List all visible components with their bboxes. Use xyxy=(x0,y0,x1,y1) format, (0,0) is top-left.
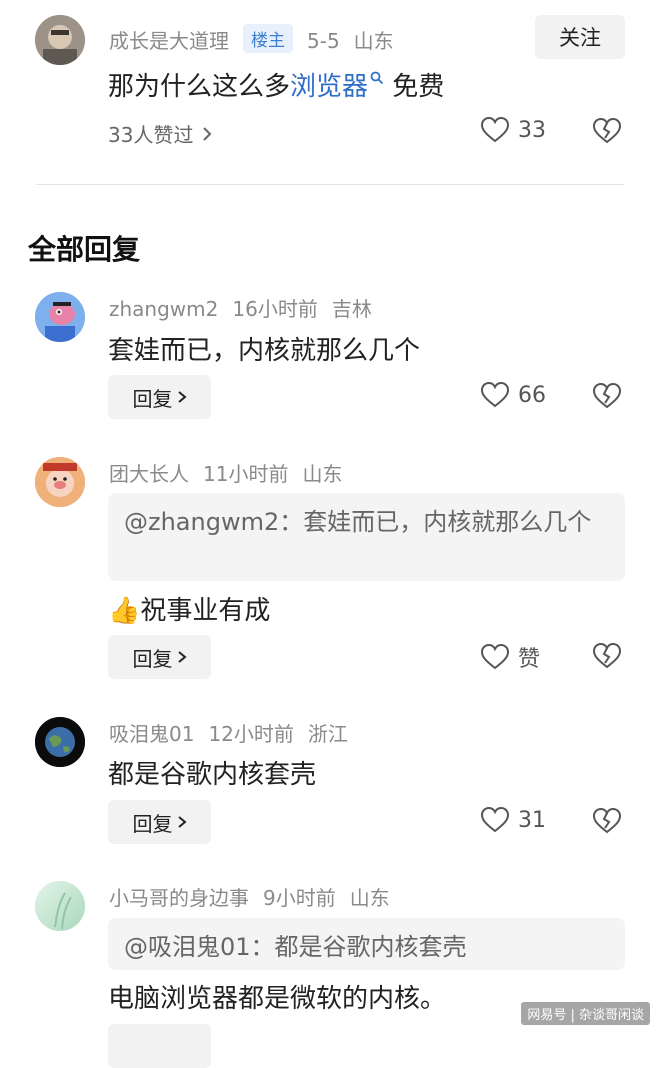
reply-text-body: 祝事业有成 xyxy=(140,596,271,626)
search-link-text[interactable]: 浏览器 xyxy=(290,72,368,102)
dislike-button[interactable] xyxy=(592,117,622,147)
reply-text: 套娃而已，内核就那么几个 xyxy=(108,336,421,366)
username[interactable]: 小马哥的身边事 xyxy=(109,886,249,910)
reply-button[interactable]: 回复 xyxy=(108,635,211,679)
follow-button[interactable]: 关注 xyxy=(535,15,625,59)
likes-summary-text: 33人赞过 xyxy=(108,123,194,147)
reply-text: 👍祝事业有成 xyxy=(108,590,270,627)
reply-button[interactable]: 回复 xyxy=(108,375,211,419)
username[interactable]: 成长是大道理 xyxy=(109,29,229,53)
broken-heart-icon xyxy=(592,642,622,669)
likes-summary-link[interactable]: 33人赞过 xyxy=(108,119,213,148)
quoted-reply: @zhangwm2：套娃而已，内核就那么几个 xyxy=(108,493,625,581)
divider xyxy=(36,184,624,185)
reply-meta: zhangwm2 16小时前 吉林 xyxy=(109,293,386,322)
reply-meta: 团大长人 11小时前 山东 xyxy=(109,458,356,487)
avatar[interactable] xyxy=(35,457,85,507)
username[interactable]: 吸泪鬼01 xyxy=(109,722,194,746)
avatar[interactable] xyxy=(35,881,85,931)
like-button[interactable]: 33 xyxy=(480,116,546,144)
reply-text: 都是谷歌内核套壳 xyxy=(108,760,317,790)
reply-location: 山东 xyxy=(302,462,343,486)
username[interactable]: 团大长人 xyxy=(109,462,189,486)
like-count: 33 xyxy=(518,117,546,143)
reply-time: 16小时前 xyxy=(232,297,318,321)
comment-text: 那为什么这么多浏览器 免费 xyxy=(108,66,444,103)
reply-button[interactable]: 回复 xyxy=(108,800,211,844)
like-button[interactable]: 赞 xyxy=(480,641,540,673)
dislike-button[interactable] xyxy=(592,807,622,837)
author-badge: 楼主 xyxy=(243,24,293,53)
comment-meta: 成长是大道理 楼主 5-5 山东 xyxy=(109,24,408,54)
broken-heart-icon xyxy=(592,807,622,834)
reply-location: 吉林 xyxy=(331,297,372,321)
reply-location: 山东 xyxy=(349,886,390,910)
reply-time: 9小时前 xyxy=(263,886,336,910)
reply-text: 电脑浏览器都是微软的内核。 xyxy=(108,984,447,1014)
search-icon xyxy=(370,71,384,85)
like-count: 66 xyxy=(518,382,546,408)
dislike-button[interactable] xyxy=(592,382,622,412)
reply-time: 12小时前 xyxy=(208,722,294,746)
reply-button-label: 回复 xyxy=(132,386,173,411)
heart-icon xyxy=(480,643,510,670)
heart-icon xyxy=(480,116,510,143)
avatar[interactable] xyxy=(35,15,85,65)
dislike-button[interactable] xyxy=(592,642,622,672)
quoted-reply: @吸泪鬼01：都是谷歌内核套壳 xyxy=(108,918,625,970)
heart-icon xyxy=(480,806,510,833)
thumbs-up-icon: 👍 xyxy=(108,596,141,626)
avatar[interactable] xyxy=(35,717,85,767)
like-button[interactable]: 66 xyxy=(480,381,546,409)
chevron-right-icon xyxy=(177,816,187,828)
heart-icon xyxy=(480,381,510,408)
broken-heart-icon xyxy=(592,382,622,409)
like-label: 赞 xyxy=(518,647,541,672)
reply-button-label: 回复 xyxy=(132,646,173,671)
reply-time: 11小时前 xyxy=(203,462,289,486)
reply-meta: 吸泪鬼01 12小时前 浙江 xyxy=(109,718,362,747)
like-button[interactable]: 31 xyxy=(480,806,546,834)
broken-heart-icon xyxy=(592,117,622,144)
comment-date: 5-5 xyxy=(307,29,340,53)
comment-location: 山东 xyxy=(353,29,394,53)
reply-meta: 小马哥的身边事 9小时前 山东 xyxy=(109,882,404,911)
like-count: 31 xyxy=(518,807,546,833)
chevron-right-icon xyxy=(177,651,187,663)
avatar[interactable] xyxy=(35,292,85,342)
comment-text-after: 免费 xyxy=(384,72,445,102)
chevron-right-icon xyxy=(203,126,212,141)
watermark: 网易号 | 杂谈哥闲谈 xyxy=(521,1002,650,1025)
chevron-right-icon xyxy=(177,391,187,403)
search-link[interactable]: 浏览器 xyxy=(290,71,384,102)
section-title: 全部回复 xyxy=(28,233,141,266)
username[interactable]: zhangwm2 xyxy=(109,297,218,321)
reply-button-label: 回复 xyxy=(132,811,173,836)
reply-location: 浙江 xyxy=(307,722,348,746)
comment-text-before: 那为什么这么多 xyxy=(108,72,291,102)
